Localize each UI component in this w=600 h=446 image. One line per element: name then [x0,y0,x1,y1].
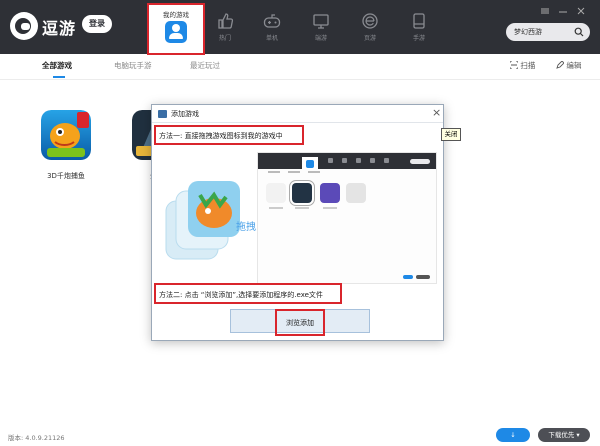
close-icon[interactable] [576,6,586,16]
mobile-icon [413,13,425,29]
method-two-text: 方法二: 点击 “浏览添加”,选择要添加程序的.exe文件 [154,283,342,304]
version-text: 版本: 4.0.9.21126 [8,434,65,442]
search-box [506,23,590,41]
nav-single-label: 单机 [265,35,278,42]
tab-bar: 全部游戏 电脑玩手游 最近玩过 扫描 编辑 [0,54,600,80]
monitor-icon [313,14,329,29]
nav-my-games-label: 我的游戏 [163,11,189,19]
app-window: 逗游 登录 我的游戏 热门 单机 端游 页游 手游 梦幻西游 全部游戏 电脑玩手… [0,0,600,446]
nav-web-label: 页游 [363,35,376,42]
edit-button[interactable]: 编辑 [556,60,581,71]
scan-label: 扫描 [520,61,536,70]
download-icon: ↓ [510,431,516,439]
dialog-titlebar: 添加游戏 × [152,105,443,123]
nav-hot[interactable]: 热门 [205,0,245,54]
browse-add-label: 浏览添加 [286,319,314,327]
active-tab-indicator [53,76,65,78]
logo-icon [10,12,38,40]
tab-pc-mobile[interactable]: 电脑玩手游 [114,60,152,71]
scan-icon [509,60,519,70]
dialog-close-icon[interactable]: × [432,106,441,119]
download-priority-label: 下载优先 [548,431,575,439]
nav-my-games[interactable]: 我的游戏 [147,3,205,55]
game-tile[interactable]: 3D千炮捕鱼 [36,110,96,181]
close-tooltip: 关闭 [441,128,461,141]
gamepad-icon [263,14,281,28]
chevron-down-icon: ▾ [576,431,580,439]
method-one-label: 方法一: 直接拖拽游戏图标到我的游戏中 [159,132,283,140]
search-input[interactable] [514,25,570,39]
game-name: 3D千炮捕鱼 [47,172,85,180]
download-priority-select[interactable]: 下载优先 ▾ [538,428,590,442]
nav-hot-label: 热门 [218,35,231,42]
nav-client-label: 端游 [314,35,327,42]
login-button[interactable]: 登录 [82,15,112,33]
drag-label: 拖拽 [236,222,256,233]
user-icon [165,21,187,43]
search-icon[interactable] [574,27,584,37]
nav-single[interactable]: 单机 [252,0,292,54]
nav-mobile-label: 手游 [412,35,425,42]
method-one-text: 方法一: 直接拖拽游戏图标到我的游戏中 [154,125,304,145]
gamepad-icon [158,110,167,118]
edit-icon [556,60,565,69]
edit-label: 编辑 [566,61,582,70]
method-two-label: 方法二: 点击 “浏览添加”,选择要添加程序的.exe文件 [159,291,323,299]
example-screenshot [257,152,437,284]
tab-all-games[interactable]: 全部游戏 [42,60,72,71]
thumb-up-icon [218,13,234,29]
logo-text: 逗游 [42,19,77,38]
menu-icon[interactable] [540,6,550,16]
fishing-game-icon [41,110,91,160]
nav-client[interactable]: 端游 [301,0,341,54]
nav-mobile[interactable]: 手游 [399,0,439,54]
browse-add-button[interactable]: 浏览添加 [275,309,325,336]
nav-web[interactable]: 页游 [350,0,390,54]
browser-e-icon [362,13,378,29]
tab-recent[interactable]: 最近玩过 [190,60,220,71]
top-bar: 逗游 登录 我的游戏 热门 单机 端游 页游 手游 [0,0,600,55]
download-button[interactable]: ↓ [496,428,530,442]
dialog-title: 添加游戏 [171,110,199,118]
scan-button[interactable]: 扫描 [509,60,536,71]
minimize-icon[interactable] [558,6,568,16]
